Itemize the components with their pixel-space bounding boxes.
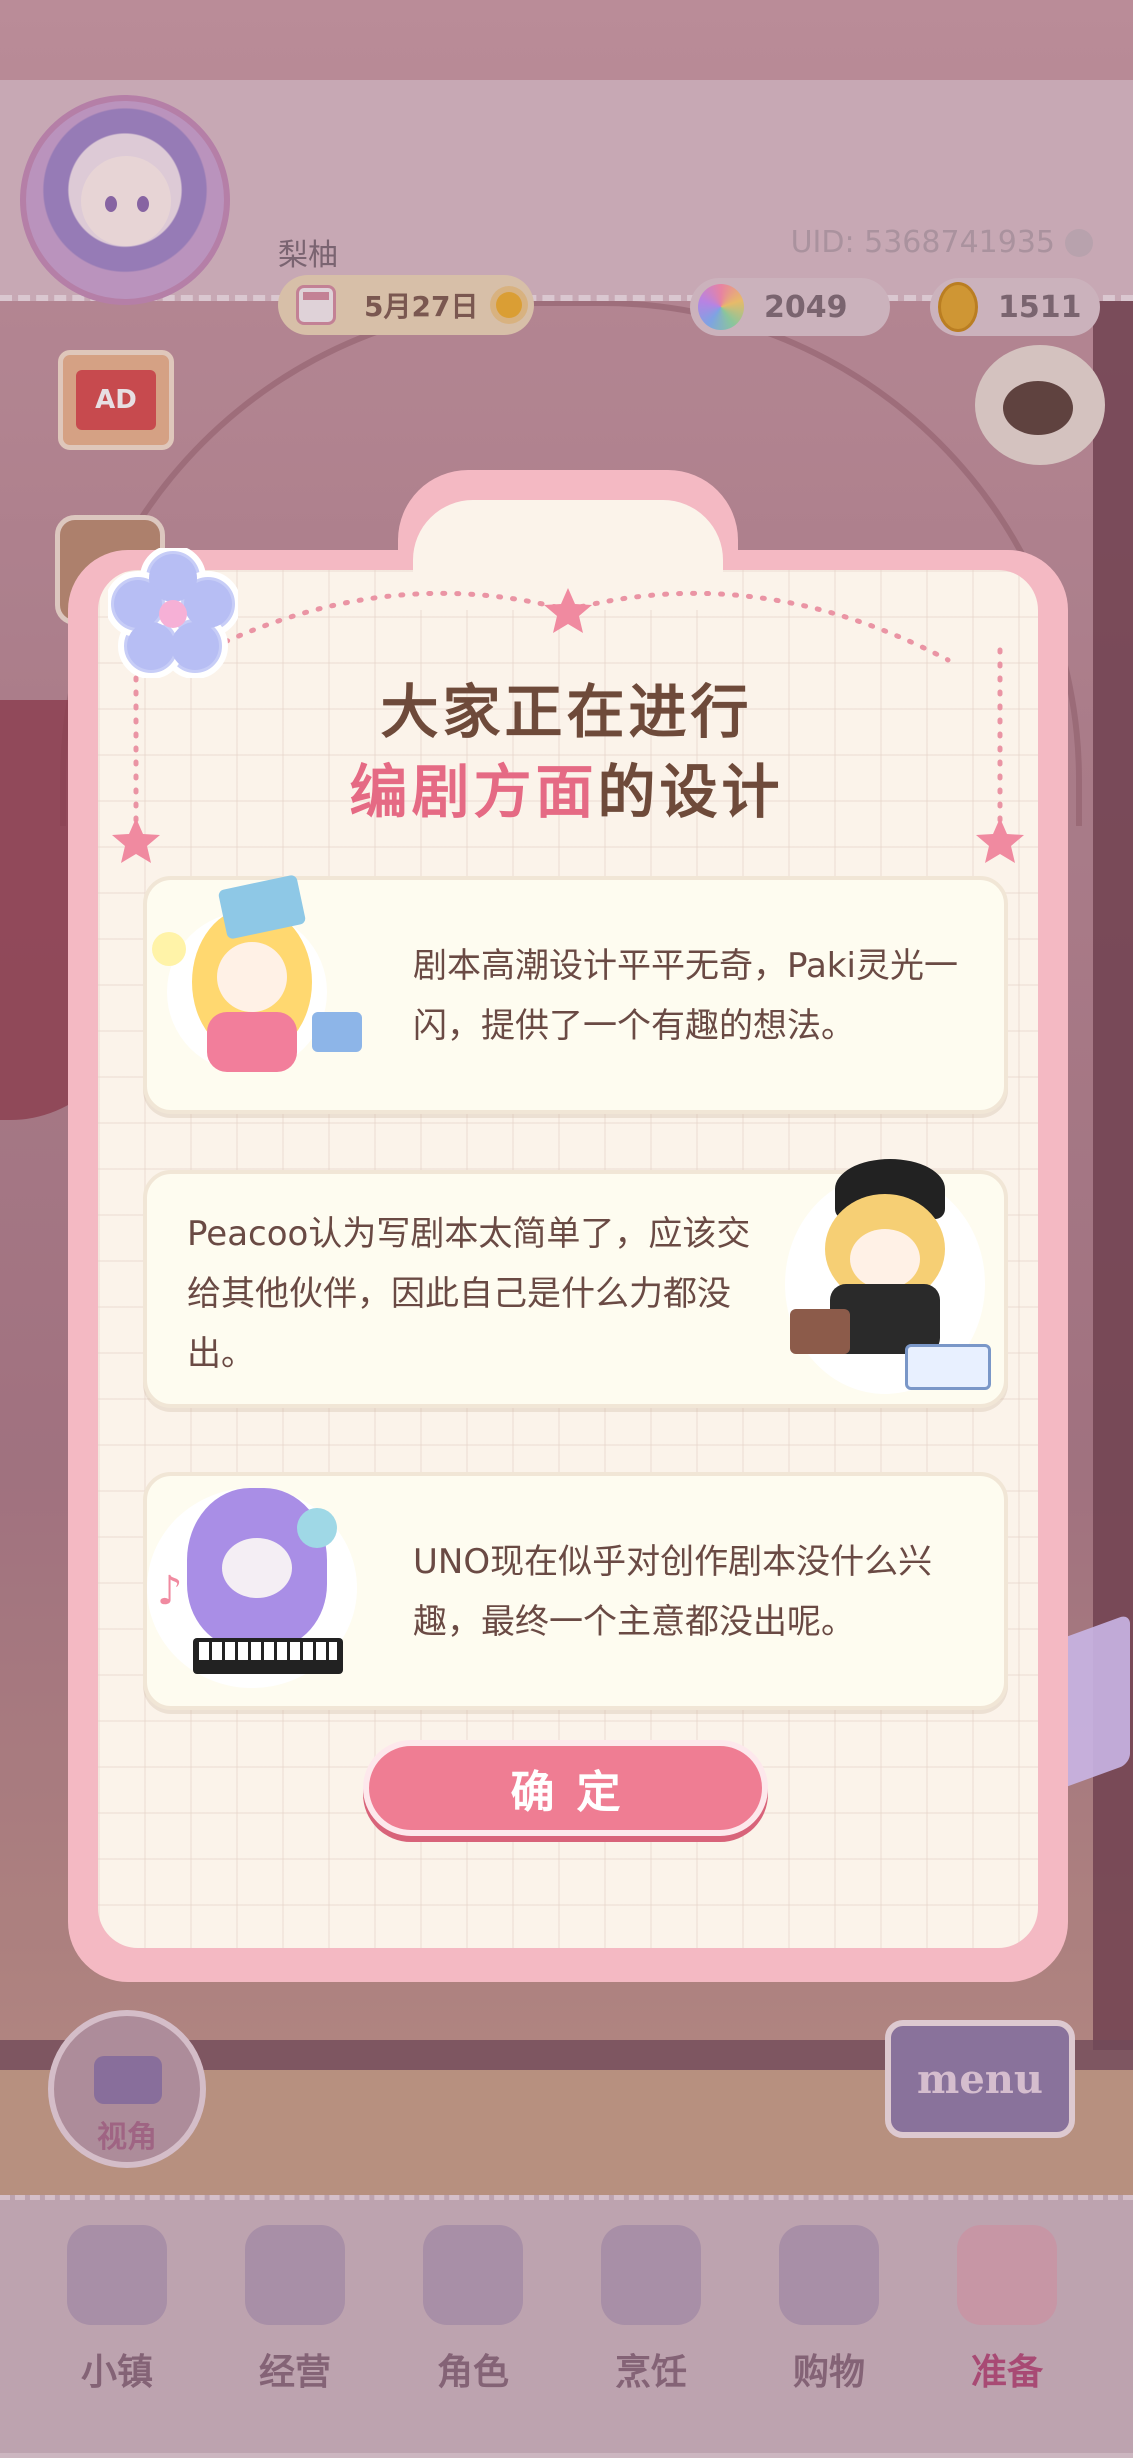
card-text: 剧本高潮设计平平无奇，Paki灵光一闪，提供了一个有趣的想法。 xyxy=(413,946,958,1046)
uno-character-sticker: ♪ xyxy=(127,1468,377,1708)
result-card-paki: 剧本高潮设计平平无奇，Paki灵光一闪，提供了一个有趣的想法。 xyxy=(143,874,1008,1114)
confirm-label: 确定 xyxy=(510,1767,643,1818)
flower-icon xyxy=(108,548,238,678)
peacoo-character-sticker xyxy=(765,1144,1005,1414)
result-card-uno: ♪ UNO现在似乎对创作剧本没什么兴趣，最终一个主意都没出呢。 xyxy=(143,1472,1008,1710)
dialog-title-highlight: 编剧方面 xyxy=(349,758,598,826)
lightbulb-icon xyxy=(152,932,186,966)
card-text: UNO现在似乎对创作剧本没什么兴趣，最终一个主意都没出呢。 xyxy=(413,1542,933,1642)
music-note-icon: ♪ xyxy=(157,1568,183,1614)
paki-character-sticker xyxy=(137,872,387,1102)
dialog-title-rest: 的设计 xyxy=(597,758,784,826)
open-book-icon xyxy=(905,1344,991,1390)
headphones-icon xyxy=(297,1508,337,1548)
dialog-title-line-1: 大家正在进行 xyxy=(380,678,753,746)
card-text: Peacoo认为写剧本太简单了，应该交给其他伙伴，因此自己是什么力都没出。 xyxy=(187,1214,751,1374)
book-icon xyxy=(790,1309,850,1354)
book-stack-icon xyxy=(312,1012,362,1052)
dialog-title-line-2: 编剧方面的设计 xyxy=(0,745,1133,829)
confirm-button[interactable]: 确定 xyxy=(363,1740,768,1836)
result-card-peacoo: Peacoo认为写剧本太简单了，应该交给其他伙伴，因此自己是什么力都没出。 xyxy=(143,1159,1008,1408)
